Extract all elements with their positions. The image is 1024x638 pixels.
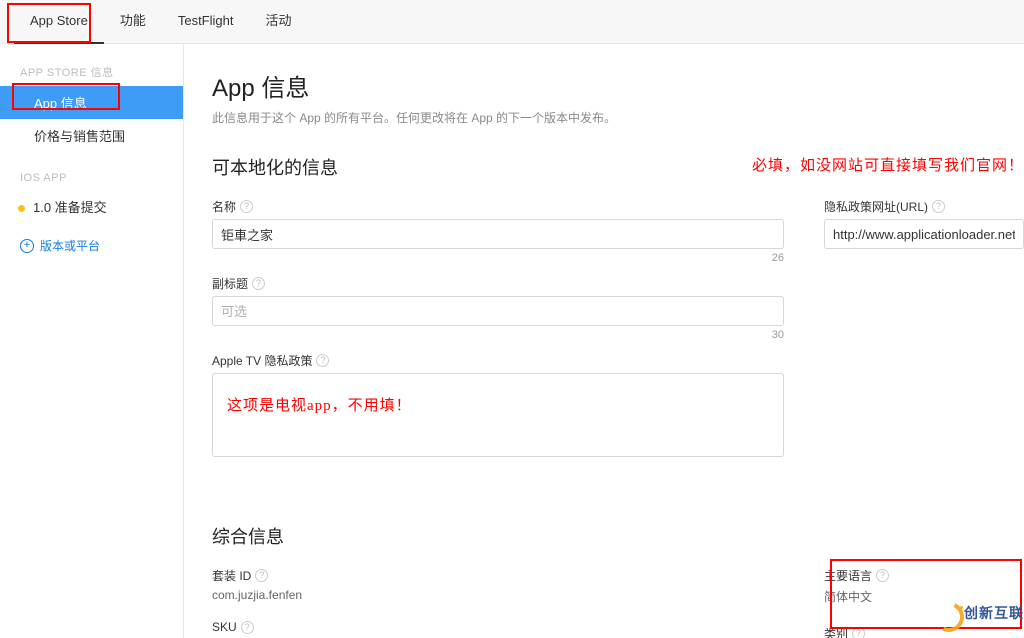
help-icon[interactable]: ? [932,200,945,213]
appletv-privacy-box: 这项是电视app，不用填！ [212,373,784,457]
watermark-text: 创新互联 [964,603,1024,623]
help-icon[interactable]: ? [252,277,265,290]
plus-icon: + [20,239,34,253]
add-version-button[interactable]: + 版本或平台 [0,223,183,268]
page-title: App 信息 [212,68,1024,103]
tab-app-store[interactable]: App Store [14,0,104,44]
top-tabs: App Store 功能 TestFlight 活动 [0,0,1024,44]
help-icon[interactable]: ? [852,627,865,638]
tab-features[interactable]: 功能 [104,0,162,44]
main-content: App 信息 此信息用于这个 App 的所有平台。任何更改将在 App 的下一个… [184,44,1024,638]
privacy-url-input[interactable] [824,219,1024,249]
watermark-swoosh-icon [934,602,962,624]
help-icon[interactable]: ? [240,200,253,213]
add-version-label: 版本或平台 [40,237,100,254]
tab-testflight[interactable]: TestFlight [162,0,250,44]
sidebar-item-version[interactable]: 1.0 准备提交 [0,190,183,223]
name-input[interactable] [212,219,784,249]
bundle-id-label: 套装 ID ? [212,567,784,584]
section-general-title: 综合信息 [212,523,1024,549]
bundle-id-value: com.juzjia.fenfen [212,588,784,602]
category-label: 类别 ? [824,625,1024,638]
privacy-url-label: 隐私政策网址(URL) ? [824,198,1024,215]
annotation-url-required: 必填，如没网站可直接填写我们官网！ [752,154,1024,175]
help-icon[interactable]: ? [241,621,254,634]
sku-label: SKU ? [212,620,784,634]
page-description: 此信息用于这个 App 的所有平台。任何更改将在 App 的下一个版本中发布。 [212,109,1024,126]
appletv-privacy-label: Apple TV 隐私政策 ? [212,352,784,369]
name-label: 名称 ? [212,198,784,215]
sidebar-section-ios-app: IOS APP [0,168,183,190]
subtitle-label: 副标题 ? [212,275,784,292]
subtitle-input[interactable] [212,296,784,326]
help-icon[interactable]: ? [876,569,889,582]
name-counter: 26 [772,252,784,264]
tab-activity[interactable]: 活动 [249,0,307,44]
sidebar-section-appstore-info: APP STORE 信息 [0,60,183,86]
subtitle-counter: 30 [772,329,784,341]
sidebar: APP STORE 信息 App 信息 价格与销售范围 IOS APP 1.0 … [0,44,184,638]
sidebar-item-pricing[interactable]: 价格与销售范围 [0,119,183,152]
help-icon[interactable]: ? [255,569,268,582]
help-icon[interactable]: ? [316,354,329,367]
primary-language-label: 主要语言 ? [824,567,1024,584]
annotation-tv-note: 这项是电视app，不用填！ [227,398,412,414]
sidebar-item-app-info[interactable]: App 信息 [0,86,183,119]
watermark: 创新互联 [934,602,1024,624]
